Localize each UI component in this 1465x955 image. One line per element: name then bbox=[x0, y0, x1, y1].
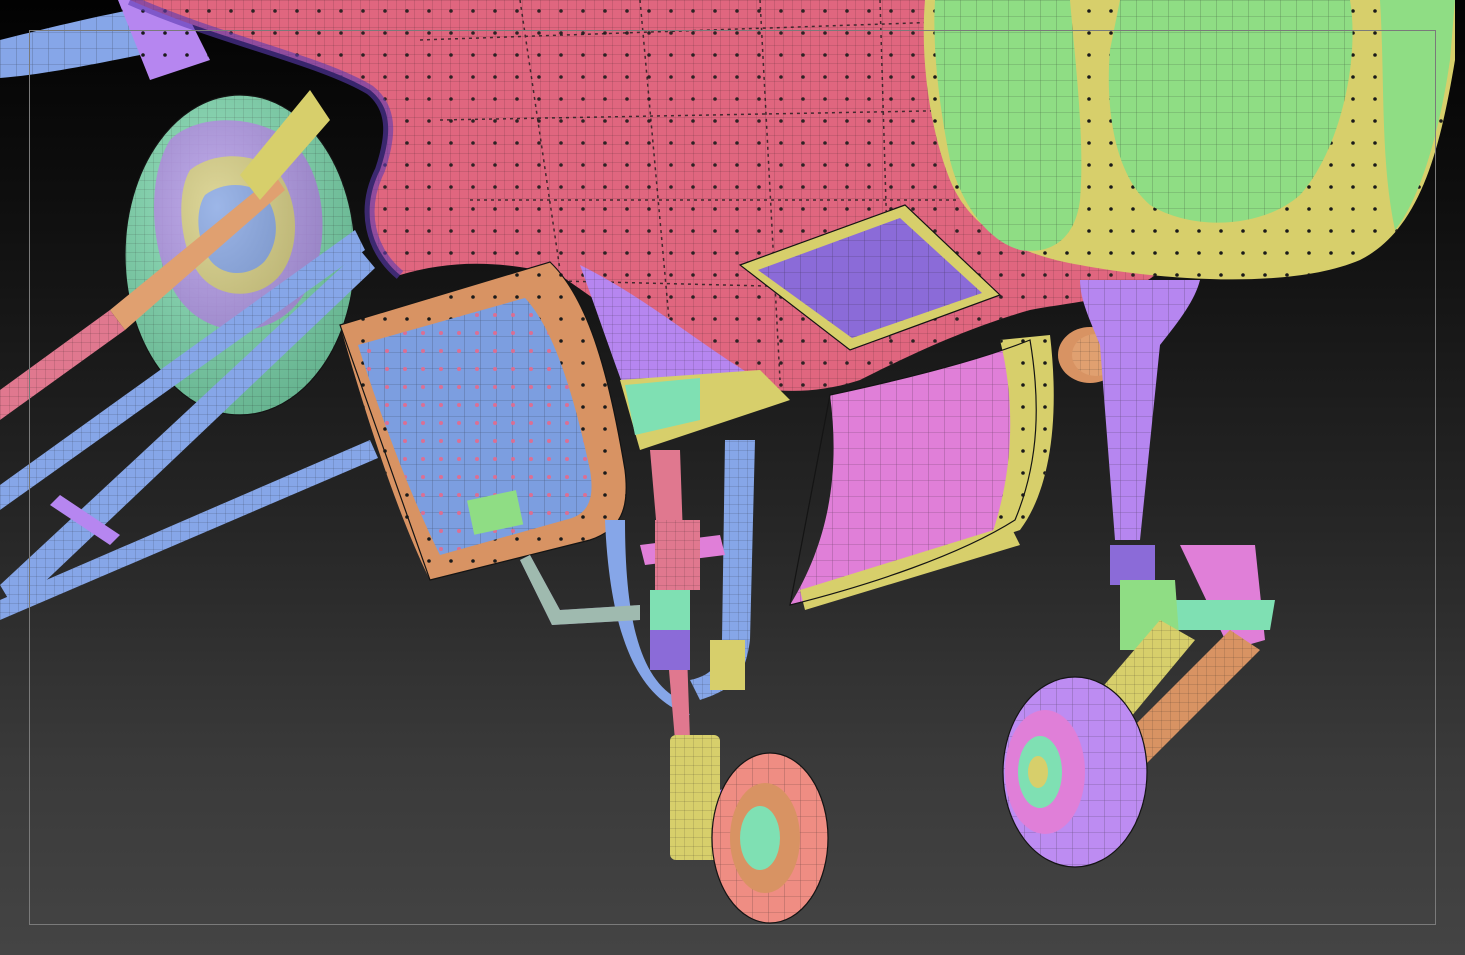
model-render bbox=[0, 0, 1455, 924]
canopy bbox=[923, 0, 1455, 280]
left-door-panel bbox=[339, 261, 627, 581]
viewport[interactable] bbox=[0, 0, 1465, 955]
